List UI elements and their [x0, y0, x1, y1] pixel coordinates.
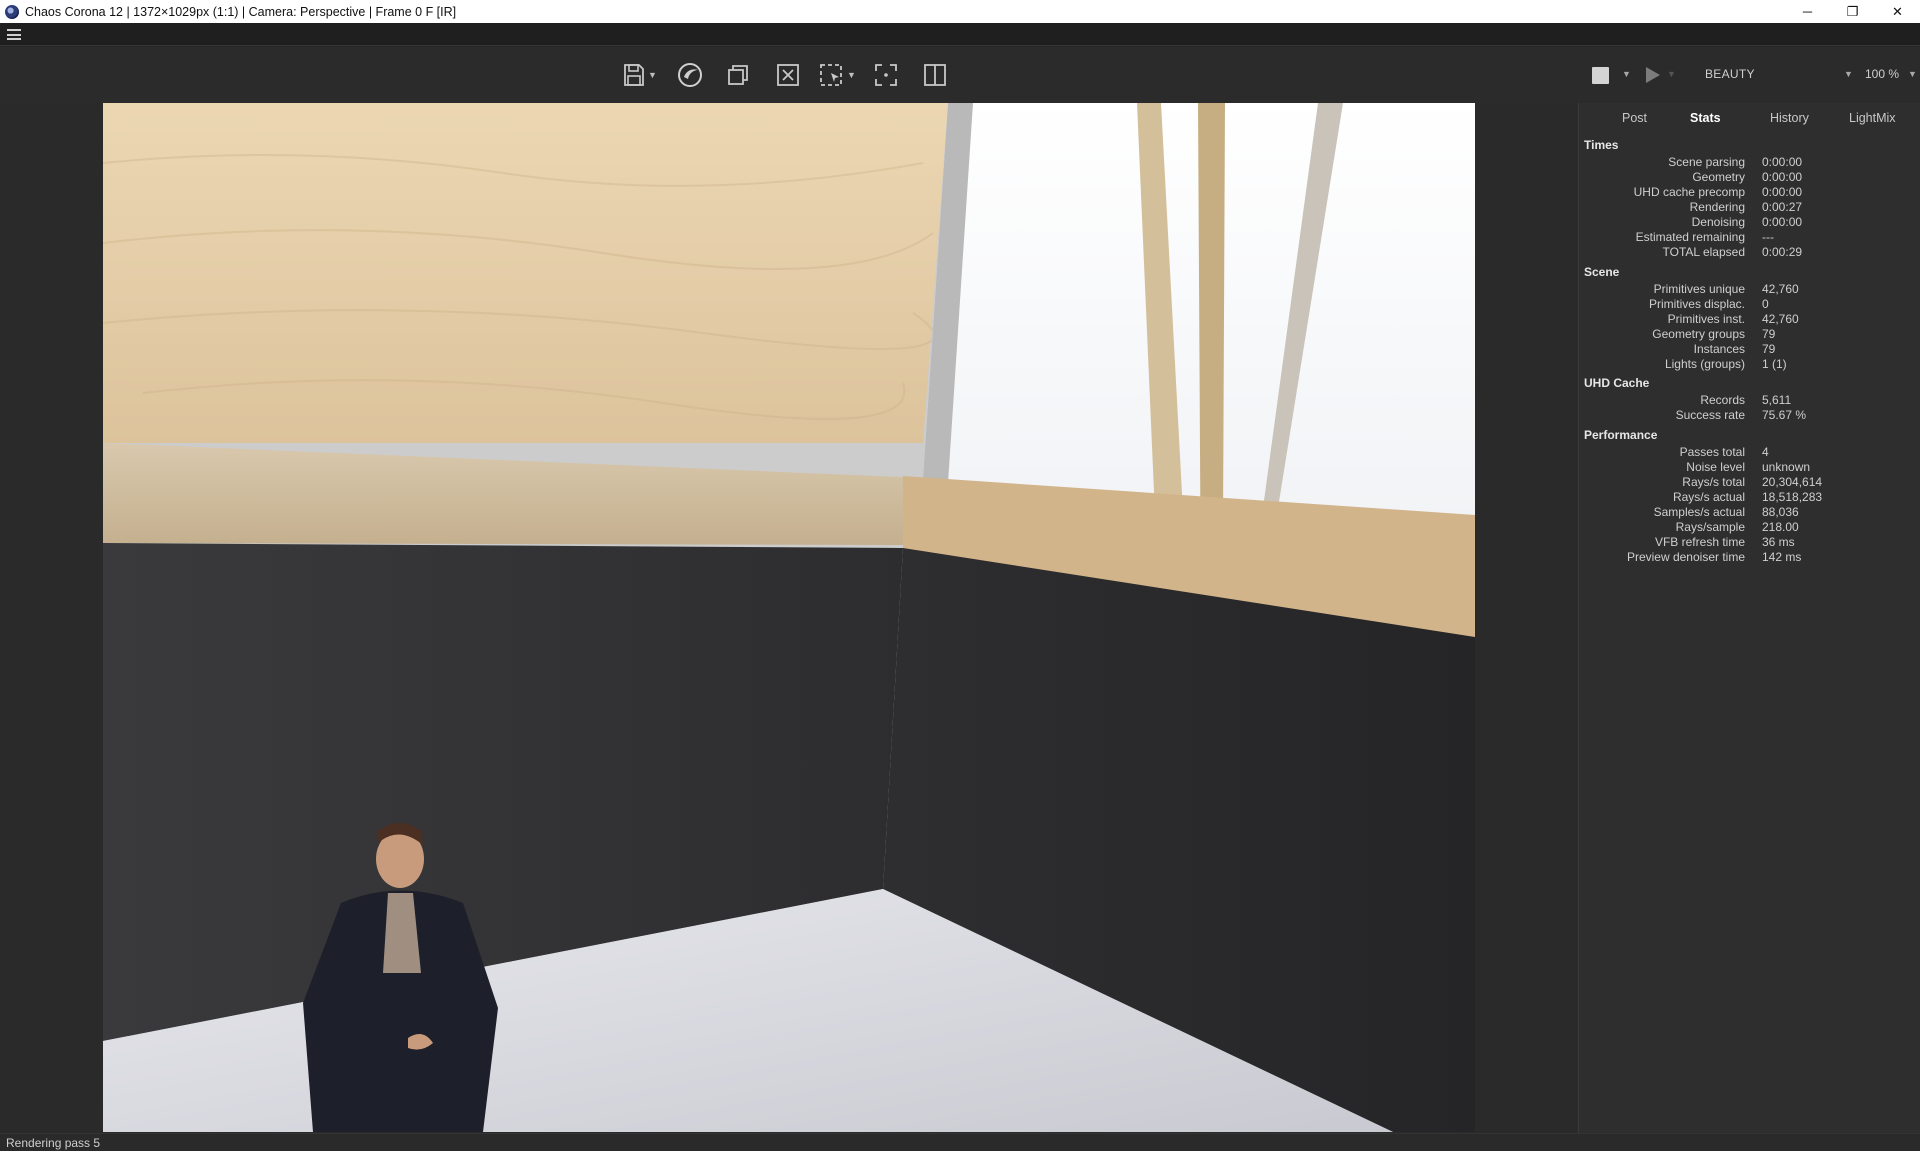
stat-row: Passes total 4 — [1679, 445, 1769, 459]
start-render-button[interactable] — [1646, 67, 1660, 83]
tab-stats[interactable]: Stats — [1690, 111, 1721, 125]
stop-render-button[interactable] — [1592, 67, 1609, 84]
stat-row: Primitives inst. 42,760 — [1667, 312, 1799, 326]
stat-row: Preview denoiser time 142 ms — [1626, 550, 1802, 564]
stat-row: Lights (groups) 1 (1) — [1664, 357, 1787, 371]
stat-row: Rays/s total 20,304,614 — [1682, 475, 1823, 489]
channel-dropdown-caret-icon[interactable]: ▼ — [1844, 69, 1853, 79]
corona-logo-button[interactable] — [677, 61, 703, 89]
stop-dropdown-caret-icon[interactable]: ▼ — [1622, 69, 1631, 79]
rendered-interior-scene — [103, 103, 1475, 1132]
region-select-icon — [820, 64, 842, 86]
focus-icon — [875, 64, 897, 86]
stat-row: Denoising 0:00:00 — [1691, 215, 1803, 229]
region-dropdown-caret-icon[interactable]: ▼ — [847, 70, 856, 80]
stat-row: Noise level unknown — [1686, 460, 1811, 474]
copy-icon — [728, 65, 748, 85]
section-performance-title: Performance — [1584, 428, 1658, 442]
stat-row: Instances 79 — [1693, 342, 1776, 356]
panel-tabs: Post Stats History LightMix — [1579, 103, 1920, 133]
region-select-button[interactable]: ▼ — [819, 61, 856, 89]
corona-app-icon — [5, 4, 19, 19]
status-bar: Rendering pass 5 — [0, 1133, 1920, 1151]
zoom-select[interactable]: 100 % — [1865, 67, 1899, 81]
split-view-button[interactable] — [923, 61, 947, 89]
status-text: Rendering pass 5 — [6, 1136, 101, 1150]
section-times-title: Times — [1584, 138, 1619, 152]
stat-row: Rays/sample 218.00 — [1675, 520, 1799, 534]
clear-icon — [777, 64, 799, 86]
render-controls: ▼ ▼ BEAUTY ▼ 100 % ▼ — [1578, 47, 1920, 103]
stat-row: Primitives unique 42,760 — [1653, 282, 1799, 296]
copy-button[interactable] — [726, 61, 750, 89]
stat-row: Success rate 75.67 % — [1675, 408, 1807, 422]
play-dropdown-caret-icon[interactable]: ▼ — [1667, 69, 1676, 79]
stat-row: UHD cache precomp 0:00:00 — [1633, 185, 1803, 199]
window-title: Chaos Corona 12 | 1372×1029px (1:1) | Ca… — [25, 4, 457, 19]
save-icon — [624, 64, 644, 86]
stat-row: Rays/s actual 18,518,283 — [1672, 490, 1823, 504]
render-viewport[interactable] — [0, 103, 1578, 1133]
menu-bar — [0, 23, 1920, 46]
section-scene-title: Scene — [1584, 265, 1620, 279]
render-image[interactable] — [103, 103, 1475, 1132]
close-button[interactable]: ✕ — [1875, 0, 1920, 23]
vfb-toolbar: ▼ ▼ — [0, 47, 1578, 103]
tab-post[interactable]: Post — [1622, 111, 1647, 125]
split-view-icon — [924, 64, 946, 86]
stat-row: Records 5,611 — [1700, 393, 1792, 407]
tab-history[interactable]: History — [1770, 111, 1809, 125]
stat-row: Geometry groups 79 — [1652, 327, 1776, 341]
zoom-dropdown-caret-icon[interactable]: ▼ — [1908, 69, 1917, 79]
stat-row: Scene parsing 0:00:00 — [1668, 155, 1803, 169]
focus-button[interactable] — [874, 61, 898, 89]
stat-row: VFB refresh time 36 ms — [1654, 535, 1795, 549]
stats-panel: Post Stats History LightMix Times Scene … — [1578, 103, 1920, 1133]
stat-row: TOTAL elapsed 0:00:29 — [1662, 245, 1803, 259]
save-button[interactable]: ▼ — [622, 61, 657, 89]
title-bar: Chaos Corona 12 | 1372×1029px (1:1) | Ca… — [0, 0, 1920, 23]
hamburger-menu-icon[interactable] — [7, 29, 21, 40]
render-channel-select[interactable]: BEAUTY — [1705, 67, 1755, 81]
minimize-button[interactable]: ─ — [1785, 0, 1830, 23]
save-dropdown-caret-icon[interactable]: ▼ — [648, 70, 657, 80]
tab-lightmix[interactable]: LightMix — [1849, 111, 1896, 125]
stat-row: Samples/s actual 88,036 — [1653, 505, 1799, 519]
corona-logo-icon — [678, 63, 702, 87]
section-uhd-cache-title: UHD Cache — [1584, 376, 1650, 390]
stat-row: Rendering 0:00:27 — [1689, 200, 1803, 214]
maximize-button[interactable]: ❐ — [1830, 0, 1875, 23]
stat-row: Estimated remaining --- — [1635, 230, 1774, 244]
clear-button[interactable] — [776, 61, 800, 89]
window-controls: ─ ❐ ✕ — [1785, 0, 1920, 23]
stat-row: Geometry 0:00:00 — [1692, 170, 1803, 184]
stat-row: Primitives displac. 0 — [1648, 297, 1769, 311]
